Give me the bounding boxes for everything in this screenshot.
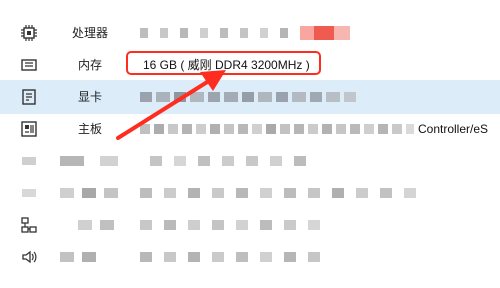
- highlight-box: [126, 51, 321, 75]
- speaker-icon: [20, 248, 38, 266]
- blurred-value: [60, 186, 420, 200]
- row-label: 处理器: [71, 26, 108, 40]
- blurred-value: [140, 122, 415, 136]
- row-speaker[interactable]: [0, 240, 500, 274]
- blurred-value: [60, 250, 330, 264]
- row-drive[interactable]: [0, 144, 500, 178]
- blurred-value: [140, 26, 360, 40]
- row-label: 主板: [77, 122, 102, 136]
- row-monitor[interactable]: [0, 176, 500, 210]
- row-label: 内存: [77, 58, 102, 72]
- blurred-value: [60, 154, 320, 168]
- row-cpu[interactable]: 处理器: [0, 16, 500, 50]
- network-icon: [20, 216, 38, 234]
- monitor-icon: [20, 184, 38, 202]
- row-gpu[interactable]: 显卡: [0, 80, 500, 114]
- blurred-value: [60, 218, 350, 232]
- drive-icon: [20, 152, 38, 170]
- gpu-icon: [20, 88, 38, 106]
- row-label: 显卡: [77, 90, 102, 104]
- memory-icon: [20, 56, 38, 74]
- motherboard-icon: [20, 120, 38, 138]
- cpu-icon: [20, 24, 38, 42]
- row-motherboard[interactable]: 主板 Controller/eS: [0, 112, 500, 146]
- row-network[interactable]: [0, 208, 500, 242]
- blurred-value: [140, 90, 380, 104]
- motherboard-value: Controller/eS: [418, 122, 489, 136]
